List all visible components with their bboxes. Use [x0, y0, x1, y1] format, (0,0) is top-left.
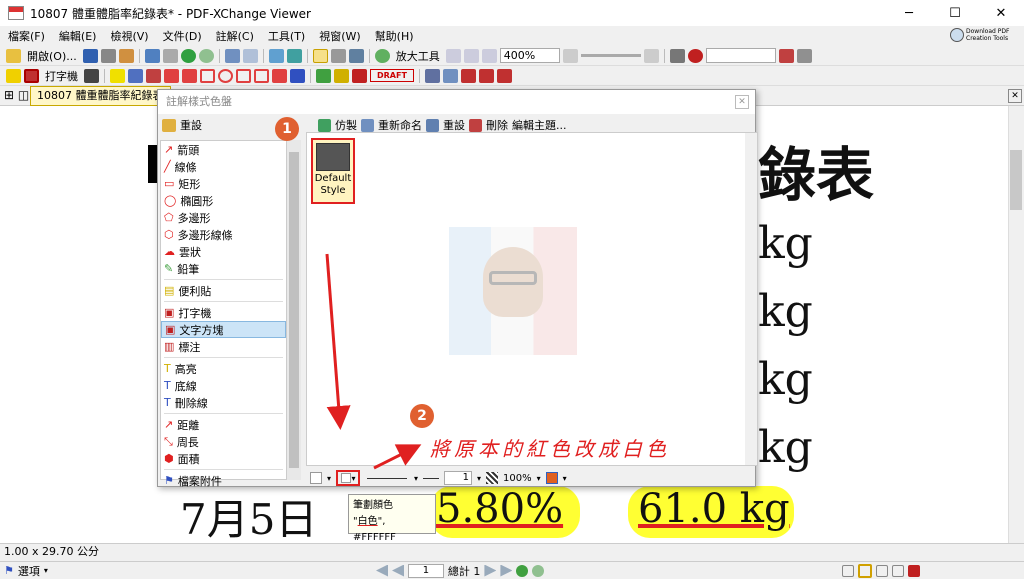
page-size-readout: 1.00 x 29.70 公分: [4, 545, 99, 558]
forward-view-icon[interactable]: [532, 564, 545, 577]
continuous-facing-icon[interactable]: [892, 564, 905, 577]
pdf-icon[interactable]: [908, 564, 921, 577]
continuous-page-icon[interactable]: [858, 563, 873, 578]
previous-page-icon[interactable]: [392, 565, 404, 577]
options-button[interactable]: 選項: [18, 563, 40, 579]
status-bar: 1.00 x 29.70 公分: [0, 543, 1024, 561]
back-view-icon[interactable]: [516, 564, 529, 577]
first-page-icon[interactable]: [376, 565, 388, 577]
bottom-navigation-bar: ⚑ 選項 ▾ 1 總計 1: [0, 561, 1024, 579]
last-page-icon[interactable]: [500, 564, 513, 577]
page-number-field[interactable]: 1: [407, 563, 444, 578]
single-page-icon[interactable]: [842, 564, 855, 577]
arrow-down-annotation: [325, 253, 351, 430]
next-page-icon[interactable]: [484, 564, 497, 577]
annotation-arrows: [325, 253, 422, 470]
options-flag-icon: ⚑: [4, 564, 14, 577]
arrow-right-annotation: [373, 444, 422, 470]
total-pages-label: 總計 1: [447, 564, 481, 578]
facing-page-icon[interactable]: [876, 564, 889, 577]
